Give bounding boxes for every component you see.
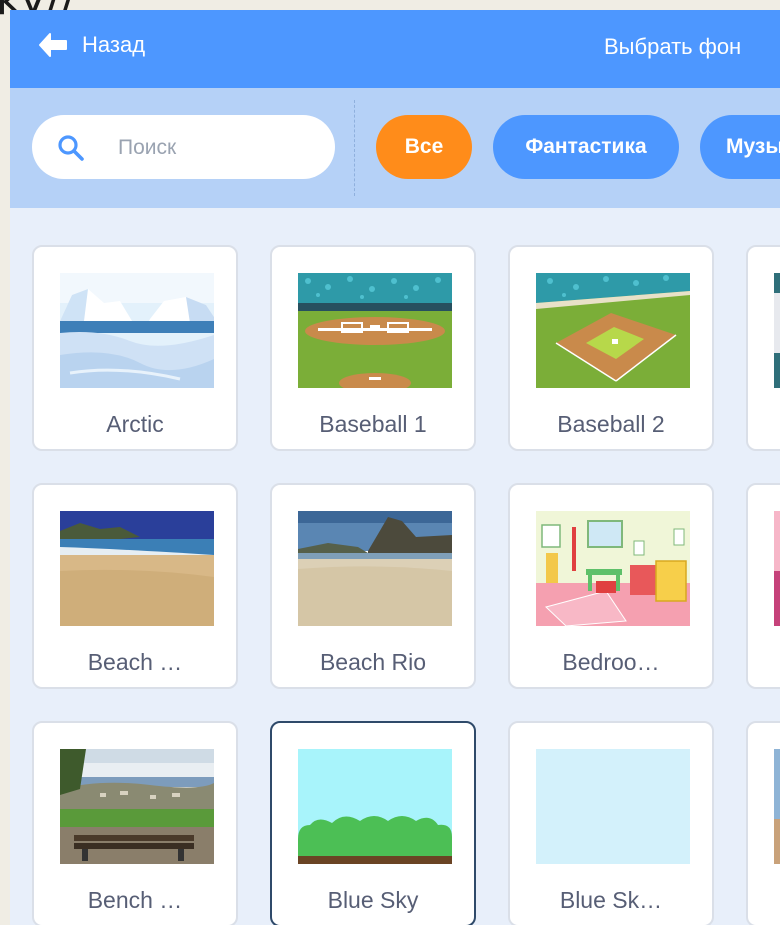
backdrop-thumbnail bbox=[536, 511, 690, 626]
backdrop-card-partial[interactable] bbox=[746, 483, 780, 689]
backdrop-card-beach[interactable]: Beach … bbox=[32, 483, 238, 689]
backdrop-thumbnail bbox=[536, 273, 690, 388]
backdrop-thumbnail bbox=[298, 749, 452, 864]
search-box[interactable] bbox=[32, 115, 335, 179]
backdrop-card-partial[interactable] bbox=[746, 245, 780, 451]
header-bar: Назад Выбрать фон bbox=[10, 10, 780, 88]
backdrop-label: Baseball 1 bbox=[319, 411, 427, 437]
tag-music[interactable]: Музы bbox=[700, 115, 780, 179]
backdrop-thumbnail bbox=[536, 749, 690, 864]
backdrop-label: Bedroo… bbox=[562, 649, 660, 675]
page-title: Выбрать фон bbox=[604, 34, 742, 59]
backdrop-card-partial[interactable] bbox=[746, 721, 780, 925]
backdrop-thumbnail bbox=[774, 273, 780, 388]
backdrop-thumbnail bbox=[298, 511, 452, 626]
backdrop-card-arctic[interactable]: Arctic bbox=[32, 245, 238, 451]
backdrop-card-baseball-2[interactable]: Baseball 2 bbox=[508, 245, 714, 451]
backdrop-grid: Arctic Baseball 1 Baseball 2 Beach … Bea… bbox=[10, 208, 780, 925]
backdrop-card-blue-sky-2[interactable]: Blue Sk… bbox=[508, 721, 714, 925]
search-icon bbox=[58, 135, 84, 161]
tag-all[interactable]: Все bbox=[376, 115, 472, 179]
back-button[interactable]: Назад bbox=[38, 32, 145, 58]
backdrop-label: Beach Rio bbox=[319, 649, 427, 675]
arrow-left-icon bbox=[39, 33, 67, 57]
tag-fantasy[interactable]: Фантастика bbox=[493, 115, 679, 179]
backdrop-card-beach-rio[interactable]: Beach Rio bbox=[270, 483, 476, 689]
backdrop-thumbnail bbox=[60, 749, 214, 864]
backdrop-label: Beach … bbox=[87, 649, 183, 675]
back-label: Назад bbox=[82, 32, 146, 57]
backdrop-label: Bench … bbox=[87, 887, 183, 913]
backdrop-thumbnail bbox=[774, 749, 780, 864]
search-input[interactable] bbox=[116, 129, 320, 167]
backdrop-card-blue-sky[interactable]: Blue Sky bbox=[270, 721, 476, 925]
backdrop-thumbnail bbox=[298, 273, 452, 388]
backdrop-card-bedroom[interactable]: Bedroo… bbox=[508, 483, 714, 689]
backdrop-label: Blue Sky bbox=[327, 887, 419, 913]
backdrop-label: Arctic bbox=[106, 411, 164, 437]
backdrop-card-baseball-1[interactable]: Baseball 1 bbox=[270, 245, 476, 451]
filter-divider bbox=[354, 100, 355, 196]
backdrop-thumbnail bbox=[60, 273, 214, 388]
backdrop-library: Назад Выбрать фон Все Фантастика Музы bbox=[10, 10, 780, 925]
backdrop-thumbnail bbox=[60, 511, 214, 626]
backdrop-label: Baseball 2 bbox=[557, 411, 665, 437]
backdrop-label: Blue Sk… bbox=[559, 887, 663, 913]
backdrop-thumbnail bbox=[774, 511, 780, 626]
backdrop-card-bench[interactable]: Bench … bbox=[32, 721, 238, 925]
filter-bar: Все Фантастика Музы bbox=[10, 88, 780, 208]
